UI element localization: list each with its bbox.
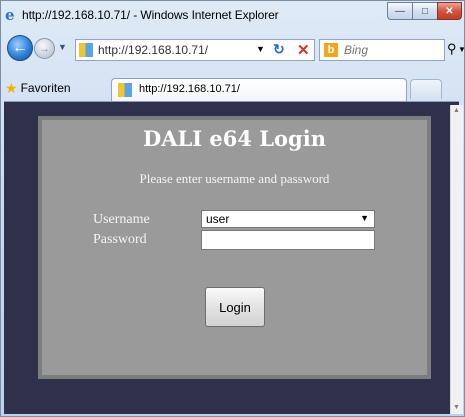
refresh-icon[interactable]: ↻ bbox=[273, 41, 285, 58]
back-arrow-icon: ← bbox=[12, 39, 28, 56]
address-bar[interactable]: http://192.168.10.71/ ▼ ↻ ✕ bbox=[75, 39, 315, 61]
stop-icon[interactable]: ✕ bbox=[297, 41, 310, 59]
forward-button[interactable]: → bbox=[34, 38, 55, 59]
login-title: DALI e64 Login bbox=[142, 126, 326, 151]
password-label: Password bbox=[93, 232, 147, 247]
browser-tab[interactable]: http://192.168.10.71/ bbox=[111, 78, 407, 101]
internet-explorer-icon: e bbox=[5, 6, 15, 24]
chevron-down-icon: ▼ bbox=[360, 213, 369, 223]
browser-window: e http://192.168.10.71/ - Windows Intern… bbox=[0, 0, 465, 417]
username-value: user bbox=[206, 212, 230, 226]
tab-label: http://192.168.10.71/ bbox=[139, 83, 240, 95]
login-panel: DALI e64 Login Please enter username and… bbox=[38, 116, 431, 379]
minimize-icon: — bbox=[395, 5, 405, 17]
username-label: Username bbox=[93, 212, 150, 227]
search-options-dropdown[interactable]: ▼ bbox=[458, 45, 465, 54]
site-favicon-icon bbox=[79, 43, 93, 57]
favorites-label: Favoriten bbox=[20, 81, 71, 95]
back-button[interactable]: ← bbox=[7, 35, 33, 61]
password-field[interactable] bbox=[201, 230, 375, 250]
address-dropdown-icon[interactable]: ▼ bbox=[256, 44, 265, 54]
search-bar[interactable]: b Bing bbox=[319, 39, 445, 61]
navigation-bar: ← → ▼ http://192.168.10.71/ ▼ ↻ ✕ b Bing… bbox=[1, 31, 465, 71]
favorites-bar: ★ Favoriten http://192.168.10.71/ bbox=[1, 74, 464, 101]
star-icon: ★ bbox=[5, 79, 18, 96]
maximize-button[interactable]: □ bbox=[412, 2, 438, 20]
search-icon[interactable]: ⚲ bbox=[447, 41, 457, 57]
vertical-scrollbar[interactable]: ▲ ▼ bbox=[450, 105, 463, 414]
recent-pages-dropdown[interactable]: ▼ bbox=[58, 42, 67, 52]
login-button[interactable]: Login bbox=[205, 287, 265, 327]
scroll-down-icon[interactable]: ▼ bbox=[453, 404, 460, 411]
username-select[interactable]: user ▼ bbox=[201, 210, 375, 228]
forward-arrow-icon: → bbox=[39, 42, 50, 55]
new-tab-button[interactable] bbox=[410, 79, 442, 99]
address-input[interactable]: http://192.168.10.71/ bbox=[98, 43, 208, 57]
bing-icon: b bbox=[324, 43, 338, 57]
search-input[interactable]: Bing bbox=[344, 43, 368, 57]
tab-favicon-icon bbox=[118, 83, 132, 97]
title-bar: e http://192.168.10.71/ - Windows Intern… bbox=[1, 1, 464, 31]
maximize-icon: □ bbox=[421, 5, 429, 17]
close-icon: ✕ bbox=[445, 5, 454, 17]
window-title: http://192.168.10.71/ - Windows Internet… bbox=[22, 8, 279, 22]
close-button[interactable]: ✕ bbox=[437, 2, 462, 20]
favorites-button[interactable]: ★ Favoriten bbox=[5, 77, 71, 99]
scroll-up-icon[interactable]: ▲ bbox=[453, 107, 460, 114]
minimize-button[interactable]: — bbox=[387, 2, 413, 20]
login-subtitle: Please enter username and password bbox=[139, 171, 330, 186]
